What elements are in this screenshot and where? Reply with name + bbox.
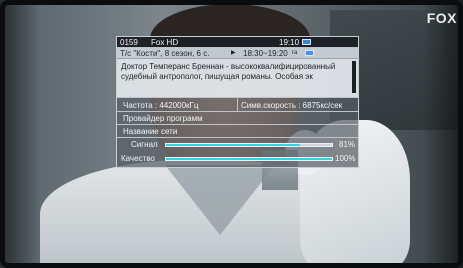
quality-label: Качество [121,154,155,163]
quality-percent: 100% [335,154,356,163]
description-scrollbar[interactable] [352,61,356,93]
epg-icon [305,50,314,56]
signal-meter-fill [166,144,301,146]
network-label: Название сети [123,127,178,136]
quality-meter [165,157,333,161]
dark-vignette-left [0,0,40,268]
play-arrow-icon: ▶ [231,50,236,56]
fox-channel-logo: FOX [426,10,457,26]
network-row: Название сети [117,125,358,138]
program-title: Т/с "Кости", 8 сезон, 6 с. [120,49,210,58]
channel-header-row: 0159 Fox HD 19:10 [117,37,358,48]
provider-label: Провайдер программ [123,114,203,123]
tuning-divider [237,98,238,112]
tuning-row: Частота : 442000кГц Симв.скорость : 6875… [117,97,358,112]
signal-meter [165,143,333,147]
signal-section: Сигнал 81% Качество 100% [117,138,358,169]
provider-row: Провайдер программ [117,112,358,125]
clock-time: 19:10 [279,38,300,47]
program-description: Доктор Темперанс Бреннан - высококвалифи… [117,59,358,97]
schedule-suffix: га [292,50,298,56]
description-text: Доктор Темперанс Бреннан - высококвалифи… [121,62,336,81]
quality-meter-fill [166,158,332,160]
dark-vignette-right [423,0,463,268]
channel-info-panel: 0159 Fox HD 19:10 Т/с "Кости", 8 сезон, … [116,36,359,168]
frequency-value: Частота : 442000кГц [123,101,199,110]
signal-label: Сигнал [131,140,158,149]
channel-number: 0159 [120,38,138,47]
program-schedule: 18:30~19:20 [243,49,288,58]
channel-name: Fox HD [151,38,179,47]
program-row: Т/с "Кости", 8 сезон, 6 с. ▶ 18:30~19:20… [117,48,358,59]
tv-info-icon [302,39,311,45]
symbol-rate-value: Симв.скорость : 6875кс/сек [241,101,343,110]
signal-percent: 81% [339,140,356,149]
